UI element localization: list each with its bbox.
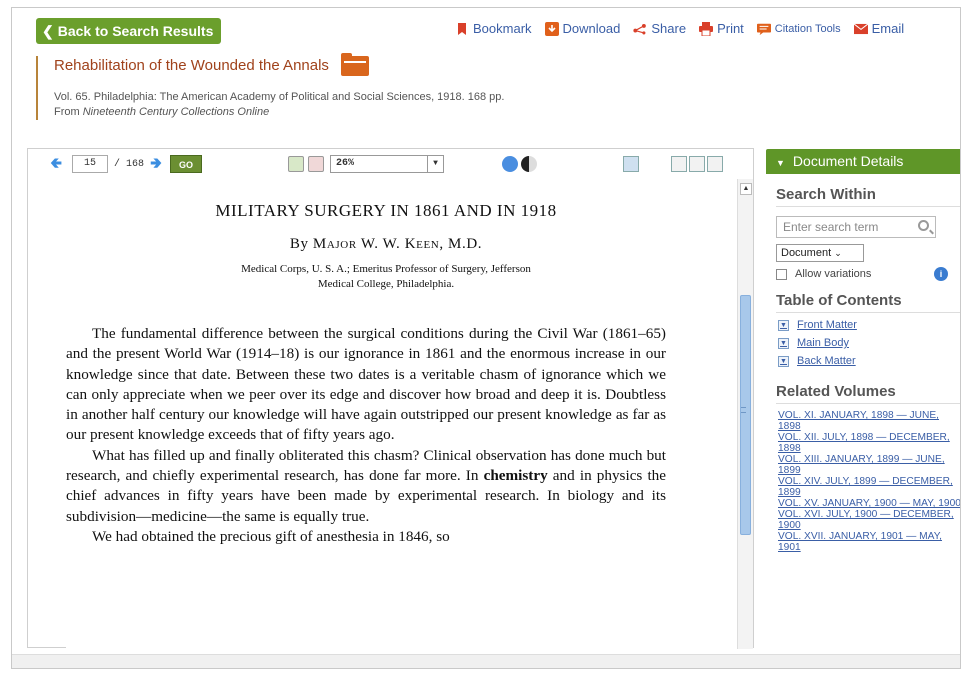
folder-icon[interactable] xyxy=(340,53,369,76)
related-volume-link[interactable]: VOL. XIV. JULY, 1899 — DECEMBER, 1899 xyxy=(778,476,960,498)
document-details-panel: ▼ Document Details Search Within Enter se… xyxy=(766,149,960,668)
search-within-input[interactable]: Enter search term xyxy=(776,216,936,238)
info-icon[interactable]: i xyxy=(934,267,948,281)
article-title: MILITARY SURGERY IN 1861 AND IN 1918 xyxy=(215,201,557,220)
toc-item-front-matter[interactable]: ▼ Front Matter xyxy=(778,319,960,331)
search-within-heading: Search Within xyxy=(776,186,960,207)
expand-icon[interactable]: ▼ xyxy=(778,337,789,349)
page-scrollbar[interactable]: ▲ xyxy=(737,179,753,649)
article-affiliation: Medical Corps, U. S. A.; Emeritus Profes… xyxy=(241,263,531,290)
article-body: The fundamental difference between the s… xyxy=(66,324,666,547)
document-details-header[interactable]: ▼ Document Details xyxy=(766,149,960,174)
zoom-select[interactable]: 26% ▼ xyxy=(330,155,445,173)
allow-variations-option[interactable]: Allow variations i xyxy=(776,267,948,281)
paragraph: We had obtained the precious gift of ane… xyxy=(92,527,450,545)
scroll-up-icon[interactable]: ▲ xyxy=(740,183,752,195)
go-button[interactable]: GO xyxy=(170,155,203,173)
scroll-grip-icon xyxy=(741,407,746,413)
related-volumes-heading: Related Volumes xyxy=(776,383,960,404)
related-volume-link[interactable]: VOL. XV. JANUARY, 1900 — MAY, 1900 xyxy=(778,498,960,509)
previous-page-arrow-icon[interactable]: 🢀 xyxy=(50,156,64,171)
page-image: MILITARY SURGERY IN 1861 AND IN 1918 By … xyxy=(66,179,746,649)
next-page-arrow-icon[interactable]: 🢂 xyxy=(150,156,164,171)
page-number-input[interactable]: 15 xyxy=(72,155,108,173)
document-title: Rehabilitation of the Wounded the Annals xyxy=(54,53,736,76)
caret-down-icon: ▼ xyxy=(776,158,785,168)
document-page: ❮ Back to Search Results Bookmark Downloa… xyxy=(11,7,961,669)
chevron-down-icon: ⌄ xyxy=(834,248,842,258)
document-toolbar: Bookmark Download Share Print Citation T… xyxy=(455,21,917,36)
back-to-search-button[interactable]: ❮ Back to Search Results xyxy=(36,18,222,44)
related-volume-link[interactable]: VOL. XI. JANUARY, 1898 — JUNE, 1898 xyxy=(778,410,960,432)
download-button[interactable]: Download xyxy=(544,21,620,36)
fit-page-icon[interactable] xyxy=(623,156,640,172)
article-author: By Major W. W. Keen, M.D. xyxy=(289,236,483,252)
bookmark-icon xyxy=(458,22,466,35)
toc-item-back-matter[interactable]: ▼ Back Matter xyxy=(778,355,960,367)
download-icon xyxy=(544,21,559,36)
related-volume-link[interactable]: VOL. XII. JULY, 1898 — DECEMBER, 1898 xyxy=(778,432,960,454)
zoom-in-icon[interactable] xyxy=(288,156,305,172)
expand-icon[interactable]: ▼ xyxy=(778,355,789,367)
page-viewer: 🢀 15 / 168 🢂 GO 26% ▼ MILITARY SURGERY IN… xyxy=(27,148,754,649)
allow-variations-checkbox[interactable] xyxy=(776,268,787,280)
document-source: From Nineteenth Century Collections Onli… xyxy=(54,106,270,118)
single-page-icon[interactable] xyxy=(671,156,688,172)
toc-heading: Table of Contents xyxy=(776,292,960,313)
scope-select[interactable]: Document ⌄ xyxy=(776,244,864,262)
zoom-out-icon[interactable] xyxy=(308,156,325,172)
document-meta: Vol. 65. Philadelphia: The American Acad… xyxy=(54,90,736,120)
share-button[interactable]: Share xyxy=(633,21,686,36)
contrast-icon[interactable] xyxy=(521,156,538,172)
chevron-down-icon: ▼ xyxy=(427,156,443,172)
fullscreen-icon[interactable] xyxy=(707,156,724,172)
bookmark-button[interactable]: Bookmark xyxy=(455,21,532,36)
email-icon xyxy=(853,23,868,34)
related-volume-link[interactable]: VOL. XIII. JANUARY, 1899 — JUNE, 1899 xyxy=(778,454,960,476)
related-volume-link[interactable]: VOL. XVII. JANUARY, 1901 — MAY, 1901 xyxy=(778,531,960,553)
page-total: / 168 xyxy=(114,158,145,170)
paragraph: The fundamental difference between the s… xyxy=(66,325,666,444)
email-button[interactable]: Email xyxy=(853,21,904,36)
expand-icon[interactable]: ▼ xyxy=(778,319,789,331)
citation-icon xyxy=(756,23,771,35)
print-icon xyxy=(699,21,714,36)
document-header: Rehabilitation of the Wounded the Annals… xyxy=(36,53,736,120)
paragraph: What has filled up and finally obliterat… xyxy=(66,446,667,525)
viewer-toolbar: 🢀 15 / 168 🢂 GO 26% ▼ xyxy=(28,149,753,179)
search-icon[interactable] xyxy=(918,220,929,231)
double-page-icon[interactable] xyxy=(689,156,706,172)
toc-item-main-body[interactable]: ▼ Main Body xyxy=(778,337,960,349)
print-button[interactable]: Print xyxy=(699,21,744,36)
bottom-bar xyxy=(12,654,960,668)
related-volumes-list: VOL. XI. JANUARY, 1898 — JUNE, 1898 VOL.… xyxy=(766,410,960,553)
citation-tools-button[interactable]: Citation Tools xyxy=(756,22,841,36)
rotate-icon[interactable] xyxy=(502,156,519,172)
scroll-thumb[interactable] xyxy=(740,295,751,535)
related-volume-link[interactable]: VOL. XVI. JULY, 1900 — DECEMBER, 1900 xyxy=(778,509,960,531)
share-icon xyxy=(633,23,647,34)
chevron-left-icon: ❮ xyxy=(42,23,54,39)
